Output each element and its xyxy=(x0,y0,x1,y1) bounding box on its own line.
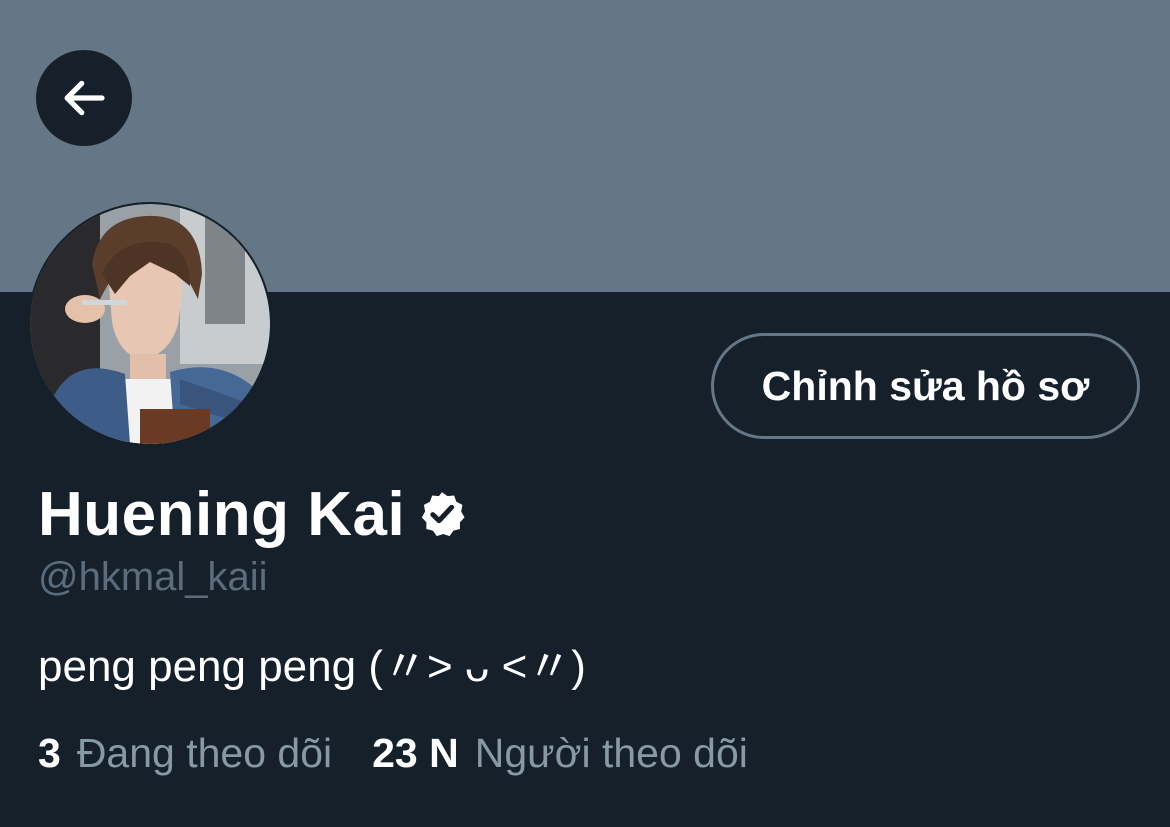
profile-bio: peng peng peng (〃> ᴗ <〃) xyxy=(38,642,586,691)
avatar-border xyxy=(28,202,272,446)
following-stat[interactable]: 3 Đang theo dõi xyxy=(38,730,332,777)
followers-stat[interactable]: 23 N Người theo dõi xyxy=(372,730,748,777)
followers-count: 23 N xyxy=(372,730,459,776)
arrow-left-icon xyxy=(64,80,105,116)
display-name: Huening Kai xyxy=(38,479,406,549)
profile-page: Chỉnh sửa hồ sơ Huening Kai @hkmal_kaii … xyxy=(0,0,1170,827)
back-button[interactable] xyxy=(36,50,132,146)
user-handle: @hkmal_kaii xyxy=(38,555,268,599)
following-count: 3 xyxy=(38,730,61,776)
avatar[interactable] xyxy=(30,204,270,444)
verified-badge-icon xyxy=(421,492,465,537)
follow-stats: 3 Đang theo dõi 23 N Người theo dõi xyxy=(38,730,748,777)
name-row: Huening Kai xyxy=(38,478,467,550)
edit-profile-button[interactable]: Chỉnh sửa hồ sơ xyxy=(711,333,1140,439)
following-label: Đang theo dõi xyxy=(76,730,333,776)
followers-label: Người theo dõi xyxy=(474,730,748,776)
edit-profile-label: Chỉnh sửa hồ sơ xyxy=(761,362,1090,409)
